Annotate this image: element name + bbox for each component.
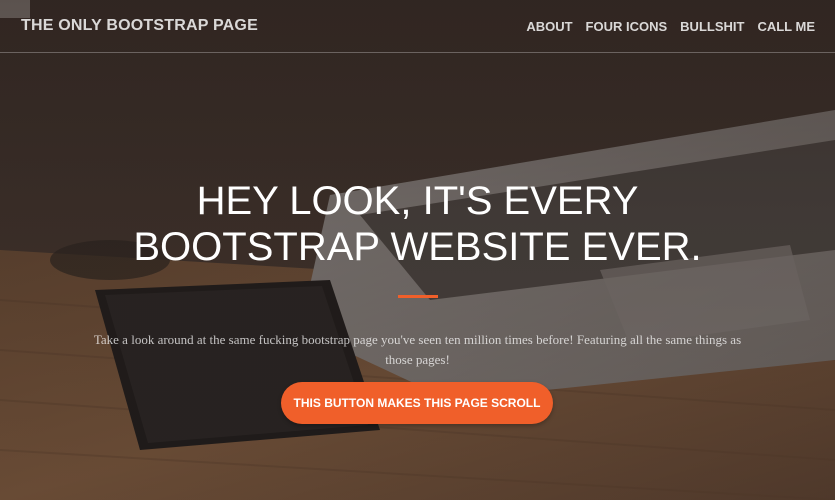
hero-section: THE ONLY BOOTSTRAP PAGE ABOUT FOUR ICONS… — [0, 0, 835, 500]
scroll-cta-button[interactable]: THIS BUTTON MAKES THIS PAGE SCROLL — [281, 382, 553, 424]
hero-lead-text: Take a look around at the same fucking b… — [93, 332, 742, 367]
hero-content: HEY LOOK, IT'S EVERY BOOTSTRAP WEBSITE E… — [0, 0, 835, 500]
hero-headline: HEY LOOK, IT'S EVERY BOOTSTRAP WEBSITE E… — [0, 178, 835, 270]
accent-divider — [398, 295, 438, 298]
hero-headline-line-2: BOOTSTRAP WEBSITE EVER. — [133, 225, 702, 269]
hero-headline-line-1: HEY LOOK, IT'S EVERY — [196, 179, 639, 223]
